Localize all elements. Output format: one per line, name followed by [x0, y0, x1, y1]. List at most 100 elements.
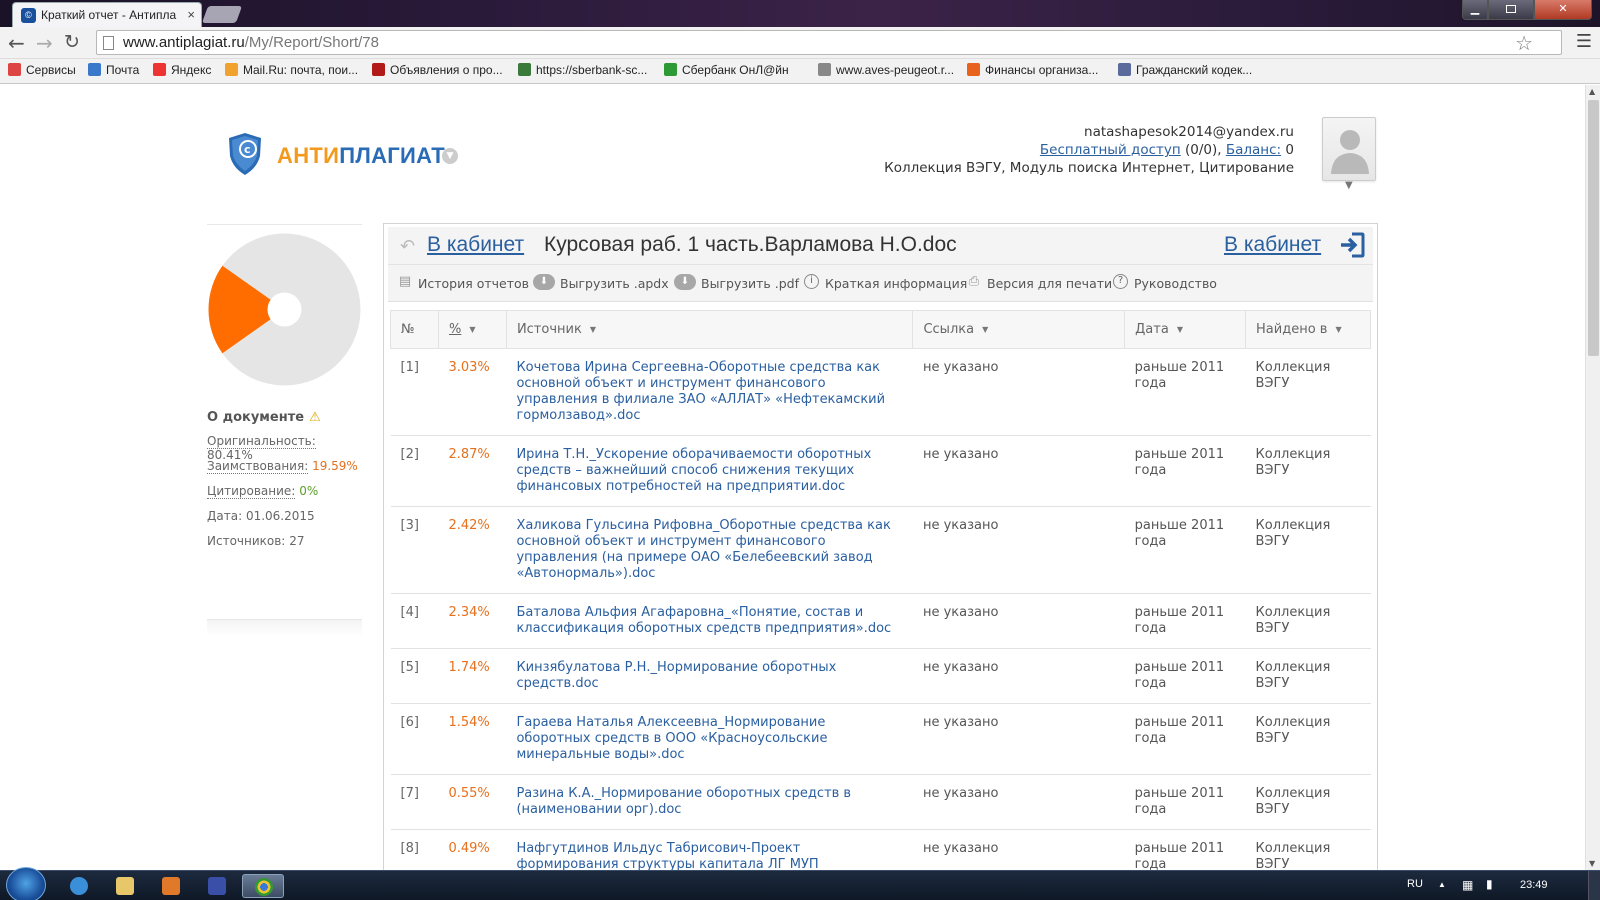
- bookmark-item[interactable]: https://sberbank-sc...: [518, 63, 647, 77]
- window-minimize-button[interactable]: ▁: [1462, 0, 1488, 20]
- browser-tab-active[interactable]: © Краткий отчет - Антипла ×: [12, 2, 202, 27]
- bookmark-item[interactable]: Яндекс: [153, 63, 211, 77]
- bookmark-item[interactable]: Объявления о про...: [372, 63, 503, 77]
- col-header-link[interactable]: Ссылка ▼: [912, 310, 1126, 349]
- user-info: natashapesok2014@yandex.ru Бесплатный до…: [884, 123, 1294, 177]
- clock[interactable]: 23:49: [1520, 879, 1548, 891]
- action-export-pdf[interactable]: ⬇ Выгрузить .pdf: [674, 274, 799, 291]
- originality-pie-chart: [208, 233, 361, 386]
- signal-icon[interactable]: ▮: [1486, 877, 1493, 891]
- bookmark-label: www.aves-peugeot.r...: [836, 63, 955, 77]
- sort-arrow-icon: ▼: [589, 325, 596, 334]
- source-link[interactable]: Разина К.А._Нормирование оборотных средс…: [516, 786, 851, 817]
- cabinet-link-right[interactable]: В кабинет: [1224, 233, 1321, 257]
- action-export-apdx[interactable]: ⬇ Выгрузить .apdx: [533, 274, 669, 291]
- scroll-up-arrow-icon[interactable]: ▲: [1589, 87, 1595, 96]
- logo-dropdown-icon[interactable]: ▼: [442, 148, 458, 164]
- source-link[interactable]: Ирина Т.Н._Ускорение оборачиваемости обо…: [516, 447, 871, 494]
- action-report-history[interactable]: ▤ История отчетов: [399, 274, 529, 291]
- source-link[interactable]: Баталова Альфия Агафаровна_«Понятие, сос…: [516, 605, 891, 636]
- forward-arrow-icon[interactable]: →: [36, 31, 53, 55]
- taskbar-app[interactable]: [196, 874, 238, 898]
- antiplagiat-favicon-icon: ©: [21, 8, 36, 23]
- language-indicator[interactable]: RU: [1407, 878, 1423, 890]
- exit-to-cabinet-icon[interactable]: [1338, 231, 1366, 259]
- taskbar-explorer[interactable]: [104, 874, 146, 898]
- row-link: не указано: [912, 829, 1125, 870]
- col-header-found-in[interactable]: Найдено в ▼: [1245, 310, 1371, 349]
- bookmark-item[interactable]: Сервисы: [8, 63, 76, 77]
- avatar[interactable]: ▼: [1322, 117, 1376, 191]
- row-number: [6]: [390, 703, 439, 775]
- bookmark-item[interactable]: Сбербанк ОнЛ@йн: [664, 63, 789, 77]
- address-bar[interactable]: www.antiplagiat.ru/My/Report/Short/78 ☆: [96, 30, 1562, 55]
- row-percent: 0.49%: [438, 829, 507, 870]
- source-link[interactable]: Нафгутдинов Ильдус Табрисович-Проект фор…: [516, 841, 818, 870]
- scroll-down-arrow-icon[interactable]: ▼: [1589, 859, 1595, 868]
- row-date: раньше 2011 года: [1124, 829, 1246, 870]
- balance-link[interactable]: Баланс:: [1226, 142, 1281, 158]
- taskbar-media-player[interactable]: [150, 874, 192, 898]
- free-access-link[interactable]: Бесплатный доступ: [1040, 142, 1181, 158]
- printer-icon: ⎙: [968, 274, 980, 289]
- internet-explorer-icon: [70, 877, 88, 895]
- bookmark-item[interactable]: Почта: [88, 63, 139, 77]
- windows-taskbar: RU ▲ ▦ ▮ 23:49: [0, 867, 1600, 900]
- chrome-icon: [255, 878, 273, 896]
- window-maximize-button[interactable]: [1488, 0, 1534, 20]
- row-found-in: Коллекция ВЭГУ: [1245, 435, 1371, 507]
- bookmark-item[interactable]: Финансы организа...: [967, 63, 1098, 77]
- row-link: не указано: [912, 774, 1125, 830]
- chrome-menu-icon[interactable]: ☰: [1576, 31, 1592, 52]
- action-print-version[interactable]: ⎙ Версия для печати: [969, 274, 1112, 291]
- source-link[interactable]: Гараева Наталья Алексеевна_Нормирование …: [516, 715, 827, 762]
- sources-row: Источников: 27: [207, 534, 362, 559]
- bookmark-favicon-icon: [967, 63, 980, 76]
- warning-icon: ⚠: [309, 410, 321, 425]
- taskbar-ie[interactable]: [58, 874, 100, 898]
- source-link[interactable]: Кочетова Ирина Сергеевна-Оборотные средс…: [516, 360, 885, 423]
- row-source: Халикова Гульсина Рифовна_Оборотные сред…: [506, 506, 913, 594]
- bookmark-star-icon[interactable]: ☆: [1515, 31, 1533, 56]
- tray-expand-icon[interactable]: ▲: [1438, 880, 1446, 889]
- system-tray: RU ▲ ▦ ▮ 23:49: [1400, 871, 1600, 900]
- back-curved-arrow-icon[interactable]: ↶: [400, 236, 415, 257]
- show-desktop-button[interactable]: [1588, 871, 1600, 900]
- row-number: [1]: [390, 348, 439, 436]
- reload-icon[interactable]: ↻: [64, 31, 80, 53]
- row-source: Кочетова Ирина Сергеевна-Оборотные средс…: [506, 348, 913, 436]
- bookmark-item[interactable]: www.aves-peugeot.r...: [818, 63, 954, 77]
- window-close-button[interactable]: ✕: [1534, 0, 1592, 20]
- help-icon: ?: [1113, 274, 1128, 289]
- cabinet-link-left[interactable]: В кабинет: [427, 233, 524, 257]
- col-header-percent[interactable]: % ▼: [437, 310, 507, 349]
- bookmark-label: Гражданский кодек...: [1136, 63, 1253, 77]
- browser-title-bar: © Краткий отчет - Антипла × ▁ ✕: [0, 0, 1600, 27]
- bookmark-item[interactable]: Mail.Ru: почта, пои...: [225, 63, 358, 77]
- back-arrow-icon[interactable]: ←: [8, 31, 25, 55]
- network-icon[interactable]: ▦: [1462, 878, 1473, 892]
- start-button[interactable]: [6, 867, 46, 900]
- page-scrollbar[interactable]: ▲ ▼: [1585, 85, 1600, 870]
- avatar-dropdown-icon[interactable]: ▼: [1345, 180, 1353, 191]
- row-date: раньше 2011 года: [1124, 593, 1246, 649]
- scrollbar-thumb[interactable]: [1588, 100, 1599, 356]
- action-brief-info[interactable]: i Краткая информация: [804, 274, 967, 291]
- row-percent: 2.42%: [438, 506, 507, 594]
- col-header-date[interactable]: Дата ▼: [1124, 310, 1247, 349]
- document-icon: ▤: [398, 274, 412, 289]
- col-header-source[interactable]: Источник ▼: [505, 310, 914, 349]
- row-number: [8]: [390, 829, 439, 870]
- action-guide[interactable]: ? Руководство: [1113, 274, 1217, 291]
- bookmark-item[interactable]: Гражданский кодек...: [1118, 63, 1252, 77]
- row-percent: 0.55%: [438, 774, 507, 830]
- new-tab-button[interactable]: [201, 6, 243, 23]
- taskbar-chrome[interactable]: [242, 874, 284, 898]
- bookmark-favicon-icon: [372, 63, 385, 76]
- table-row: [8] 0.49% Нафгутдинов Ильдус Табрисович-Пр…: [390, 829, 1371, 870]
- table-row: [6] 1.54% Гараева Наталья Алексеевна_Норми…: [390, 703, 1371, 775]
- source-link[interactable]: Халикова Гульсина Рифовна_Оборотные сред…: [516, 518, 890, 581]
- floppy-disk-icon: [208, 877, 226, 895]
- source-link[interactable]: Кинзябулатова Р.Н._Нормирование оборотны…: [516, 660, 836, 691]
- tab-close-icon[interactable]: ×: [187, 7, 195, 22]
